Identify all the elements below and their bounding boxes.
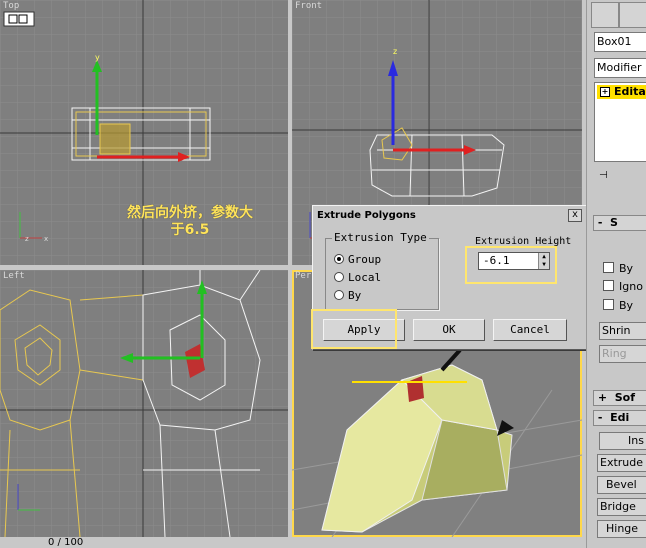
check-by-vertex[interactable]: By	[603, 262, 633, 275]
radio-dot-icon	[334, 272, 344, 282]
radio-local[interactable]: Local	[334, 271, 381, 284]
ok-button[interactable]: OK	[413, 319, 485, 341]
edit-rollout[interactable]: - Edi	[593, 410, 646, 426]
bevel-button[interactable]: Bevel	[597, 476, 646, 494]
create-tab-icon[interactable]	[591, 2, 619, 28]
cancel-button[interactable]: Cancel	[493, 319, 567, 341]
svg-text:x: x	[44, 235, 48, 243]
bridge-button[interactable]: Bridge	[597, 498, 646, 516]
pin-stack-icon[interactable]: ⊣	[599, 170, 613, 182]
shrink-button[interactable]: Shrin	[599, 322, 646, 340]
svg-text:y: y	[95, 53, 100, 62]
selection-rollout-header[interactable]: - S	[593, 215, 646, 231]
height-highlight-box	[465, 246, 557, 284]
annotation-line-1: 然后向外挤，参数大	[127, 205, 253, 221]
object-name-field[interactable]: Box01	[594, 32, 646, 52]
extrusion-type-group: Extrusion Type Group Local By	[325, 231, 439, 310]
modifier-stack: +Edital	[594, 82, 646, 162]
insert-vertex-button[interactable]: Ins	[599, 432, 646, 450]
radio-dot-icon	[334, 290, 344, 300]
modifier-list-dropdown[interactable]: Modifier Lis	[594, 58, 646, 78]
viewport-label-front: Front	[295, 1, 323, 11]
viewport-label-left: Left	[3, 271, 25, 281]
check-by-angle[interactable]: By	[603, 299, 633, 312]
annotation-line-2: 于6.5	[170, 222, 210, 238]
check-ignore-backfacing[interactable]: Igno	[603, 280, 643, 293]
frame-counter: 0 / 100	[48, 537, 84, 548]
viewport-label-top: Top	[3, 1, 20, 11]
time-slider[interactable]: 0 / 100	[0, 537, 586, 548]
viewport-label-perspective: Per	[295, 271, 312, 281]
extrude-button[interactable]: Extrude	[597, 454, 646, 472]
left-view-drawing	[0, 270, 288, 537]
close-icon[interactable]: x	[568, 209, 582, 222]
radio-by-polygon[interactable]: By	[334, 289, 361, 302]
tutorial-annotation: 然后向外挤，参数大 于6.5	[100, 205, 280, 239]
modify-tab-icon[interactable]	[619, 2, 646, 28]
apply-highlight-box	[311, 309, 397, 349]
radio-dot-icon	[334, 254, 344, 264]
command-panel: Box01 Modifier Lis +Edital ⊣ - S By Igno…	[586, 0, 646, 548]
svg-text:z: z	[25, 235, 29, 243]
hinge-button[interactable]: Hinge	[597, 520, 646, 538]
viewport-left[interactable]: Left	[0, 270, 288, 537]
soft-selection-rollout[interactable]: + Sof	[593, 390, 646, 406]
ring-button[interactable]: Ring	[599, 345, 646, 363]
dialog-title: Extrude Polygons	[315, 208, 583, 224]
extrusion-type-label: Extrusion Type	[332, 231, 429, 244]
svg-text:z: z	[393, 47, 397, 56]
stack-item-editable-poly[interactable]: +Edital	[597, 85, 646, 99]
expand-plus-icon[interactable]: +	[600, 87, 610, 97]
extrude-polygons-dialog: Extrude Polygons x Extrusion Type Group …	[311, 205, 587, 350]
radio-group[interactable]: Group	[334, 253, 381, 266]
